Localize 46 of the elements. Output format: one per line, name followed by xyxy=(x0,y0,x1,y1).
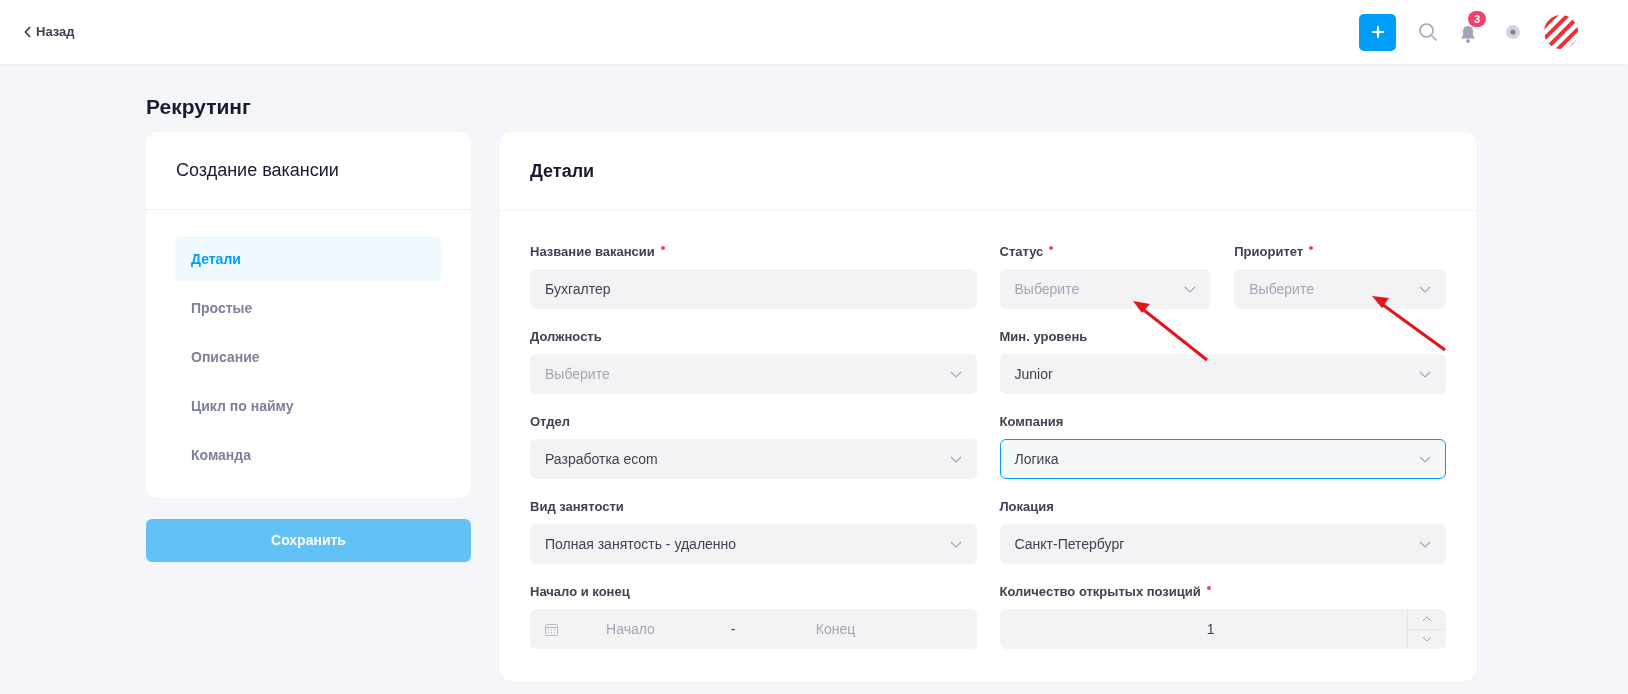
sidebar-item[interactable]: Команда xyxy=(175,432,442,478)
back-link[interactable]: Назад xyxy=(24,22,75,42)
chevron-down-icon xyxy=(949,370,962,378)
select-field[interactable]: Санкт-Петербург xyxy=(999,524,1446,564)
chevron-down-icon xyxy=(1184,285,1197,293)
field-label: Начало и конец xyxy=(530,583,630,601)
add-button[interactable] xyxy=(1359,13,1396,51)
chevron-down-icon xyxy=(1419,285,1431,293)
chevron-down-icon[interactable] xyxy=(1421,635,1432,642)
chevron-down-icon xyxy=(1419,455,1431,463)
field-label: Должность xyxy=(530,328,602,346)
chevron-down-icon xyxy=(949,540,962,548)
sidebar-item[interactable]: Описание xyxy=(175,334,442,380)
gear-icon[interactable] xyxy=(1504,23,1522,41)
field-label: Отдел xyxy=(530,413,571,431)
chevron-up-icon[interactable] xyxy=(1421,616,1432,623)
select-field[interactable]: Логика xyxy=(999,439,1446,479)
sidebar-item[interactable]: Цикл по найму xyxy=(175,383,442,429)
chevron-down-icon xyxy=(949,455,962,463)
date-range-field[interactable]: Начало - Конец xyxy=(530,609,977,649)
number-field[interactable]: 1 xyxy=(999,609,1446,649)
chevron-left-icon xyxy=(24,26,32,38)
chevron-down-icon xyxy=(1419,370,1431,378)
page-title: Рекрутинг xyxy=(146,94,252,120)
field-label: Вид занятости xyxy=(530,498,624,516)
field-label: Приоритет xyxy=(1234,243,1304,261)
search-icon[interactable] xyxy=(1418,22,1438,42)
field-label: Компания xyxy=(999,413,1064,431)
input-field[interactable]: Бухгалтер xyxy=(530,269,977,309)
field-label: Название вакансии xyxy=(530,243,655,261)
sidebar-item[interactable]: Простые xyxy=(175,285,442,331)
plus-icon xyxy=(1370,25,1385,39)
calendar-icon xyxy=(545,622,558,636)
select-field[interactable]: Junior xyxy=(999,354,1446,394)
field-label: Количество открытых позиций xyxy=(999,583,1201,601)
avatar-icon[interactable] xyxy=(1544,15,1578,49)
card-title: Создание вакансии xyxy=(176,159,339,182)
field-label: Статус xyxy=(999,243,1044,261)
select-field[interactable]: Разработка ecom xyxy=(530,439,977,479)
select-field[interactable]: Полная занятость - удаленно xyxy=(530,524,977,564)
field-label: Мин. уровень xyxy=(999,328,1088,346)
card-title: Детали xyxy=(530,159,595,183)
chevron-down-icon xyxy=(1419,540,1431,548)
notification-badge: 3 xyxy=(1468,11,1487,27)
field-label: Локация xyxy=(999,498,1054,516)
bell-icon[interactable] xyxy=(1460,25,1476,43)
